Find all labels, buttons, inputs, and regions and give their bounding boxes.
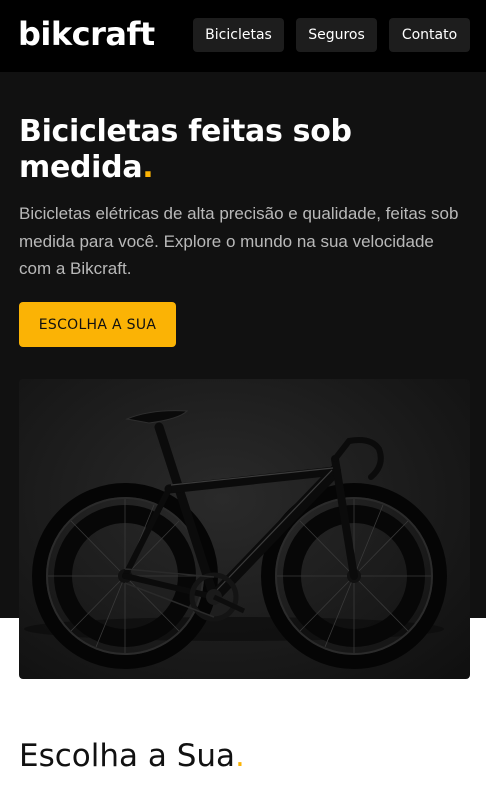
section-title: Escolha a Sua. — [19, 736, 245, 776]
section-title-text: Escolha a Sua — [19, 738, 236, 774]
nav-item-contato[interactable]: Contato — [389, 18, 470, 52]
hero-title-dot: . — [142, 150, 154, 185]
bicycle-icon — [24, 410, 447, 669]
nav-item-seguros[interactable]: Seguros — [296, 18, 377, 52]
hero-title-text: Bicicletas feitas sob medida — [19, 114, 352, 185]
section-title-dot: . — [235, 738, 245, 774]
choose-yours-button[interactable]: ESCOLHA A SUA — [19, 302, 176, 347]
bicycle-photo — [19, 379, 470, 679]
hero-description: Bicicletas elétricas de alta precisão e … — [19, 204, 459, 278]
logo[interactable]: bikcraft — [18, 14, 155, 54]
site-header: bikcraft Bicicletas Seguros Contato — [0, 0, 486, 72]
nav-item-bicicletas[interactable]: Bicicletas — [193, 18, 284, 52]
hero-title: Bicicletas feitas sob medida. — [19, 114, 459, 186]
